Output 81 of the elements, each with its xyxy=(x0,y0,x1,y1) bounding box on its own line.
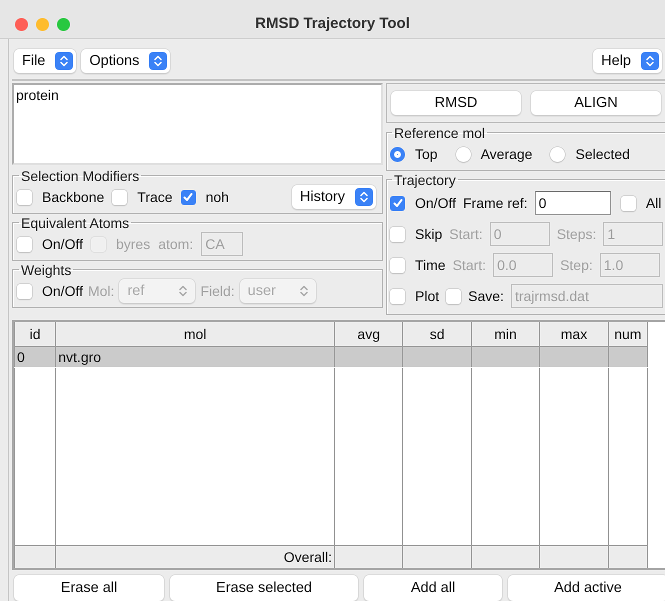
popup-button[interactable]: Options xyxy=(81,49,170,73)
group-title: Trajectory xyxy=(393,172,457,188)
action-button[interactable]: Erase selected xyxy=(170,575,358,601)
minimize-button[interactable] xyxy=(36,18,49,31)
checkbox[interactable] xyxy=(17,236,32,252)
radio-button[interactable] xyxy=(390,146,405,162)
table-cell: nvt.gro xyxy=(56,346,334,368)
radio-button[interactable] xyxy=(456,146,471,162)
table-footer-label: Overall: xyxy=(56,546,334,568)
input-field: trajrmsd.dat xyxy=(510,284,664,308)
selection-text-area[interactable]: protein xyxy=(12,82,383,164)
checkbox[interactable] xyxy=(17,284,32,298)
close-button[interactable] xyxy=(15,18,28,31)
checkbox[interactable] xyxy=(390,258,405,272)
checkbox-label: On/Off xyxy=(42,283,83,299)
input-field: 1.0 xyxy=(600,253,660,277)
group-title: Weights xyxy=(20,262,72,278)
field-label: Mol: xyxy=(88,283,114,299)
checkbox[interactable] xyxy=(620,196,636,210)
input-field: 0 xyxy=(490,222,550,246)
group-title: Equivalent Atoms xyxy=(20,214,130,230)
field-label: Start: xyxy=(452,257,486,273)
radio-button[interactable] xyxy=(550,146,566,162)
field-label: Field: xyxy=(200,283,235,299)
checkbox-label: Plot xyxy=(415,288,440,304)
checkbox-label: Time xyxy=(415,257,446,273)
checkbox[interactable] xyxy=(390,288,405,304)
field-label: Steps: xyxy=(556,226,596,242)
field-label: atom: xyxy=(158,236,194,252)
action-button[interactable]: Add active xyxy=(508,575,665,601)
table-row[interactable]: 0 nvt.gro xyxy=(14,346,648,368)
column-header[interactable]: avg xyxy=(334,322,403,346)
checkbox[interactable] xyxy=(180,190,196,204)
field-label: Save: xyxy=(468,288,504,304)
checkbox-label: Trace xyxy=(137,189,173,205)
checkbox[interactable] xyxy=(390,226,405,242)
column-header[interactable]: min xyxy=(471,322,540,346)
input-field[interactable]: 0 xyxy=(534,191,611,215)
input-field: 1 xyxy=(603,222,664,246)
action-button[interactable]: Erase all xyxy=(14,575,164,601)
checkbox[interactable] xyxy=(390,196,405,210)
radio-label: Selected xyxy=(575,146,630,162)
group-title: Selection Modifiers xyxy=(20,168,140,184)
checkbox[interactable] xyxy=(17,190,32,204)
field-label: Frame ref: xyxy=(462,195,528,211)
window-title: RMSD Trajectory Tool xyxy=(255,14,410,32)
table-cell: 0 xyxy=(14,346,56,368)
column-header[interactable]: sd xyxy=(402,322,472,346)
checkbox-label: byres xyxy=(116,236,150,252)
action-button[interactable]: ALIGN xyxy=(531,90,661,114)
checkbox-label: On/Off xyxy=(415,195,456,211)
radio-label: Top xyxy=(415,146,438,162)
input-field: CA xyxy=(201,232,244,256)
column-header[interactable]: id xyxy=(14,322,56,346)
input-field: 0.0 xyxy=(493,253,554,277)
radio-label: Average xyxy=(480,146,532,162)
checkbox[interactable] xyxy=(112,190,128,204)
column-header[interactable]: num xyxy=(608,322,648,346)
chevron-updown-icon xyxy=(641,52,659,70)
popup-button[interactable]: Help xyxy=(593,49,662,73)
popup-button[interactable]: History xyxy=(292,185,376,209)
zoom-button[interactable] xyxy=(57,18,70,31)
checkmark-icon xyxy=(182,191,194,203)
checkbox-label: On/Off xyxy=(42,236,83,252)
action-button[interactable]: RMSD xyxy=(391,90,521,114)
field-label: Step: xyxy=(560,257,593,273)
column-header[interactable]: max xyxy=(540,322,608,346)
checkmark-icon xyxy=(392,197,404,209)
checkbox[interactable] xyxy=(446,288,462,304)
chevron-updown-icon xyxy=(355,188,373,206)
chevron-updown-icon xyxy=(149,52,168,70)
checkbox-label: Skip xyxy=(415,226,442,242)
popup-button[interactable]: File xyxy=(14,49,76,73)
checkbox-label: Backbone xyxy=(42,189,104,205)
column-header[interactable]: mol xyxy=(56,322,334,346)
checkbox-label: All xyxy=(646,195,662,211)
field-label: Start: xyxy=(449,226,483,242)
chevron-updown-icon xyxy=(55,52,74,70)
action-button[interactable]: Add all xyxy=(364,575,502,601)
group-title: Reference mol xyxy=(393,124,486,140)
checkbox-label: noh xyxy=(206,189,229,205)
